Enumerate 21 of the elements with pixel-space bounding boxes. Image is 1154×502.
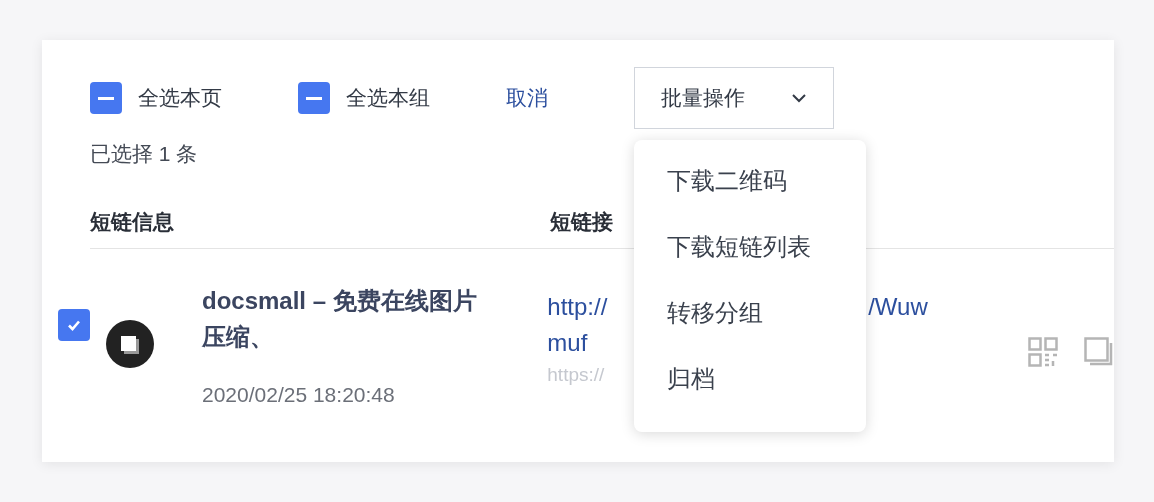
- column-header: 短链信息: [90, 208, 175, 235]
- chevron-down-icon: [791, 93, 807, 103]
- menu-item[interactable]: 下载短链列表: [667, 228, 866, 266]
- column-header: 短链接: [550, 208, 613, 235]
- checkbox-label: 全选本组: [346, 85, 430, 112]
- selection-count: 已选择 1 条: [90, 142, 198, 165]
- site-logo-icon: [106, 319, 154, 368]
- menu-item[interactable]: 下载二维码: [667, 162, 866, 200]
- menu-item[interactable]: 归档: [667, 360, 866, 398]
- row-checkbox[interactable]: [58, 308, 90, 341]
- select-checkbox[interactable]: [298, 82, 330, 114]
- menu-item[interactable]: 转移分组: [667, 294, 866, 332]
- link-title: docsmall – 免费在线图片压缩、: [202, 285, 478, 352]
- checkbox-label: 全选本页: [138, 85, 222, 112]
- created-time: 2020/02/25 18:20:48: [202, 381, 396, 408]
- select-checkbox[interactable]: [90, 82, 122, 114]
- short-url[interactable]: http://: [547, 288, 631, 325]
- batch-dropdown[interactable]: 批量操作: [634, 67, 834, 129]
- short-url[interactable]: muf: [547, 324, 631, 361]
- cancel-link[interactable]: 取消: [506, 82, 634, 114]
- short-url[interactable]: /Wuw: [868, 292, 928, 320]
